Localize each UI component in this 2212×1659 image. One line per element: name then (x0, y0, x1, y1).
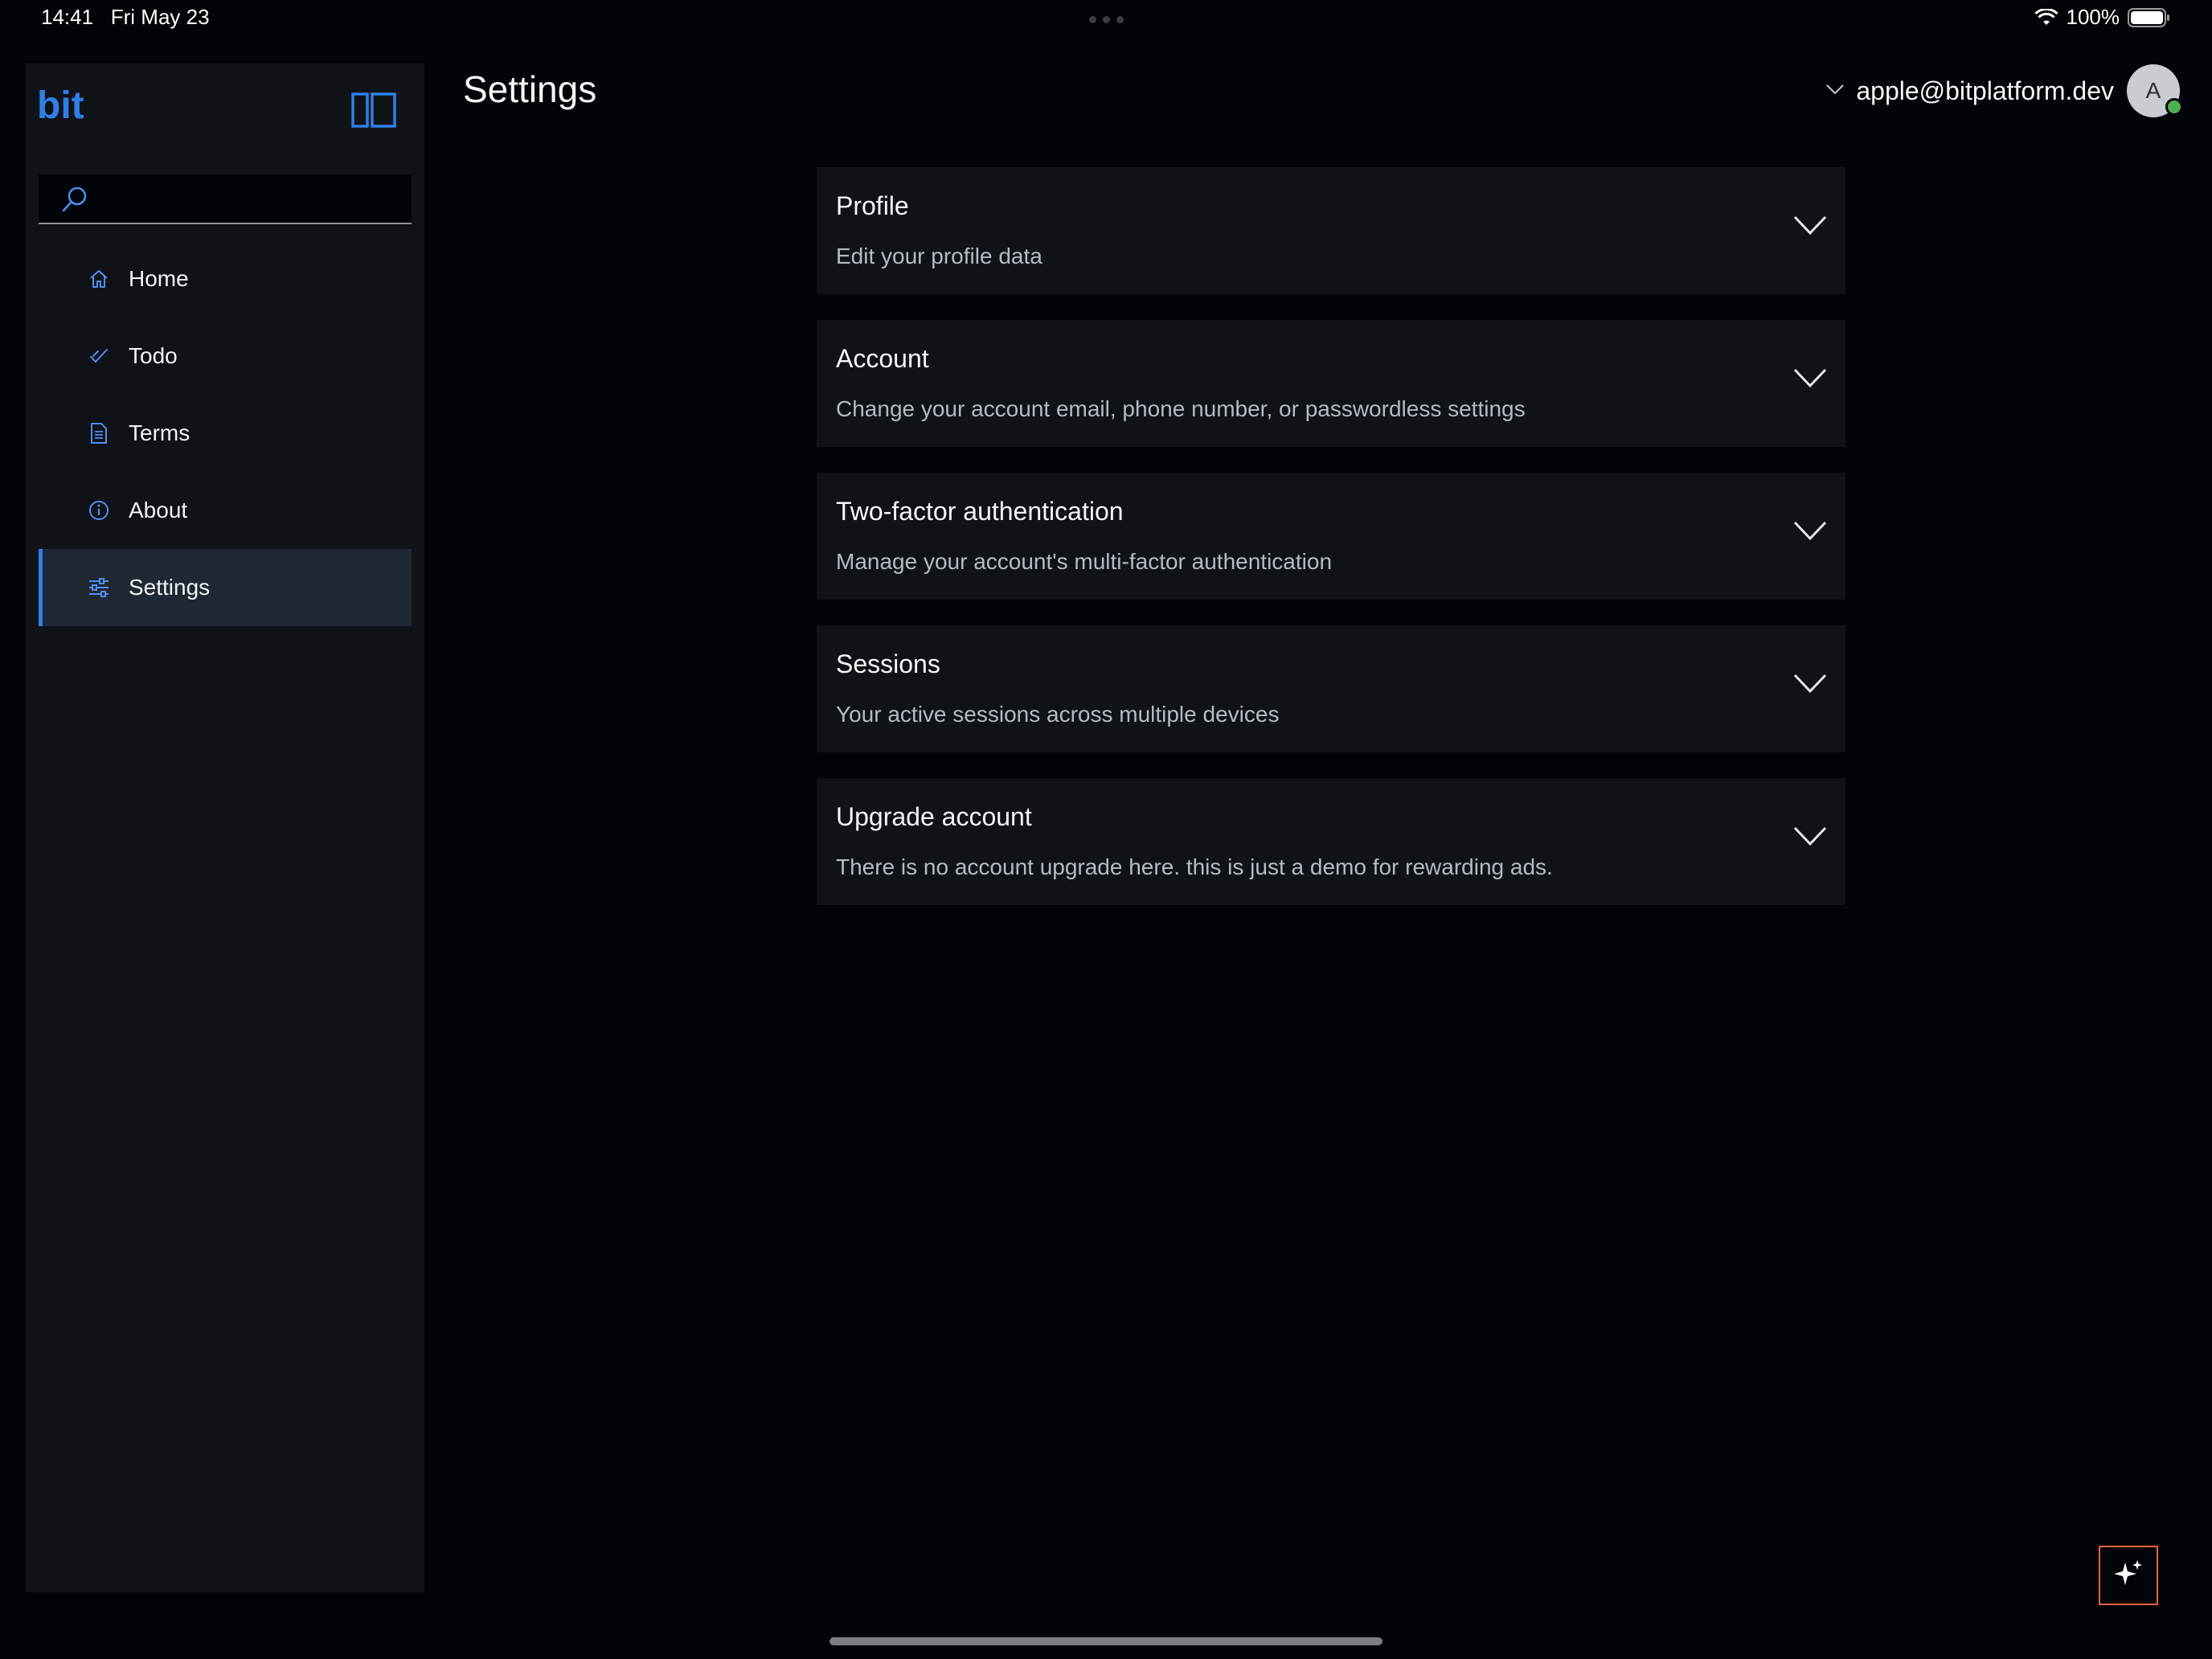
sidebar: bit Home Todo Terms About Settings (26, 63, 424, 1592)
info-icon (87, 498, 111, 522)
chevron-down-icon[interactable] (1792, 214, 1828, 240)
chevron-down-icon[interactable] (1792, 825, 1828, 851)
sidebar-nav: Home Todo Terms About Settings (39, 240, 412, 626)
search-icon (61, 186, 88, 217)
account-section[interactable]: Account Change your account email, phone… (817, 320, 1845, 447)
section-title: Upgrade account (836, 802, 1032, 831)
search-box (39, 174, 412, 224)
battery-percent: 100% (2066, 5, 2120, 29)
section-title: Two-factor authentication (836, 497, 1124, 526)
section-description: Manage your account's multi-factor authe… (836, 549, 1333, 574)
search-input[interactable] (103, 181, 403, 218)
chevron-down-icon[interactable] (1792, 519, 1828, 546)
section-description: There is no account upgrade here. this i… (836, 854, 1553, 879)
avatar-initial: A (2145, 78, 2161, 103)
battery-icon (2128, 7, 2169, 27)
chevron-down-icon[interactable] (1792, 672, 1828, 698)
home-icon (87, 267, 111, 291)
status-clock: 14:41 (41, 5, 94, 29)
sparkles-icon (2112, 1558, 2144, 1594)
status-date: Fri May 23 (110, 5, 210, 29)
status-indicators: 100% (2034, 5, 2172, 30)
svg-text:bit: bit (37, 84, 84, 125)
document-icon (87, 421, 111, 445)
chevron-down-icon[interactable] (1825, 83, 1845, 100)
section-title: Profile (836, 191, 909, 220)
sidebar-item-home[interactable]: Home (39, 240, 412, 317)
section-description: Change your account email, phone number,… (836, 396, 1526, 421)
settings-sections: Profile Edit your profile data Account C… (817, 167, 1845, 931)
wifi-icon (2034, 8, 2058, 25)
two-factor-section[interactable]: Two-factor authentication Manage your ac… (817, 473, 1845, 600)
sidebar-item-terms[interactable]: Terms (39, 395, 412, 472)
sidebar-item-label: About (129, 498, 188, 522)
sidebar-item-todo[interactable]: Todo (39, 317, 412, 395)
home-indicator[interactable] (830, 1637, 1382, 1645)
sidebar-item-label: Home (129, 266, 189, 291)
avatar[interactable]: A (2127, 64, 2183, 117)
ai-assistant-button[interactable] (2099, 1546, 2158, 1605)
section-description: Your active sessions across multiple dev… (836, 702, 1280, 727)
section-title: Sessions (836, 649, 940, 678)
sliders-icon (87, 576, 111, 600)
sidebar-item-about[interactable]: About (39, 472, 412, 549)
sidebar-item-label: Settings (129, 575, 211, 600)
bit-logo[interactable]: bit (37, 84, 88, 129)
status-time: 14:41 Fri May 23 (41, 5, 210, 30)
profile-section[interactable]: Profile Edit your profile data (817, 167, 1845, 294)
sidebar-item-label: Terms (129, 420, 190, 445)
toggle-sidebar-icon[interactable] (351, 92, 396, 132)
online-status-indicator (2165, 98, 2183, 116)
upgrade-account-section[interactable]: Upgrade account There is no account upgr… (817, 778, 1845, 905)
chevron-down-icon[interactable] (1792, 367, 1828, 393)
sidebar-item-settings[interactable]: Settings (39, 549, 412, 626)
multitasking-handle[interactable] (1089, 16, 1124, 23)
page-title: Settings (463, 68, 597, 110)
section-title: Account (836, 344, 929, 373)
sidebar-item-label: Todo (129, 343, 178, 368)
user-menu[interactable]: apple@bitplatform.dev A (1825, 64, 2183, 117)
section-description: Edit your profile data (836, 244, 1043, 268)
status-bar: 14:41 Fri May 23 100% (0, 0, 2212, 39)
sessions-section[interactable]: Sessions Your active sessions across mul… (817, 625, 1845, 752)
user-email[interactable]: apple@bitplatform.dev (1856, 76, 2114, 106)
checkmark-icon (87, 344, 111, 368)
